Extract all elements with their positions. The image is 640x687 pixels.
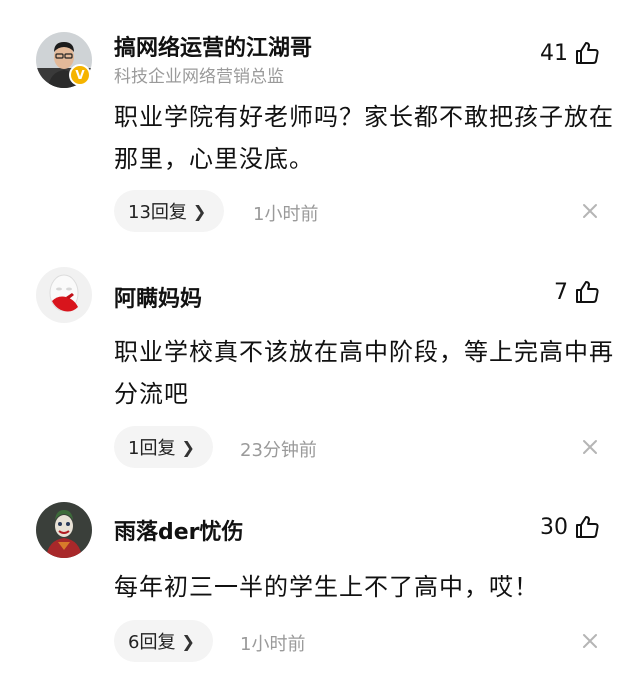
close-icon — [583, 634, 597, 648]
avatar[interactable] — [36, 502, 92, 558]
chevron-right-icon: ❯ — [181, 631, 195, 651]
joker-portrait-icon — [36, 502, 92, 558]
comment-3: 雨落der忧伤 30 每年初三一半的学生上不了高中，哎！ 6回复 ❯ 1小时前 — [0, 0, 640, 687]
thumbs-up-icon — [576, 516, 599, 538]
dismiss-button[interactable] — [580, 631, 600, 651]
comment-text: 每年初三一半的学生上不了高中，哎！ — [114, 573, 539, 601]
username[interactable]: 雨落der忧伤 — [114, 514, 244, 546]
like-button[interactable]: 30 — [540, 514, 600, 540]
replies-button[interactable]: 6回复 ❯ — [114, 620, 213, 662]
comment-time: 1小时前 — [240, 634, 306, 655]
like-count: 30 — [540, 514, 568, 540]
replies-count: 6回复 — [128, 632, 176, 653]
